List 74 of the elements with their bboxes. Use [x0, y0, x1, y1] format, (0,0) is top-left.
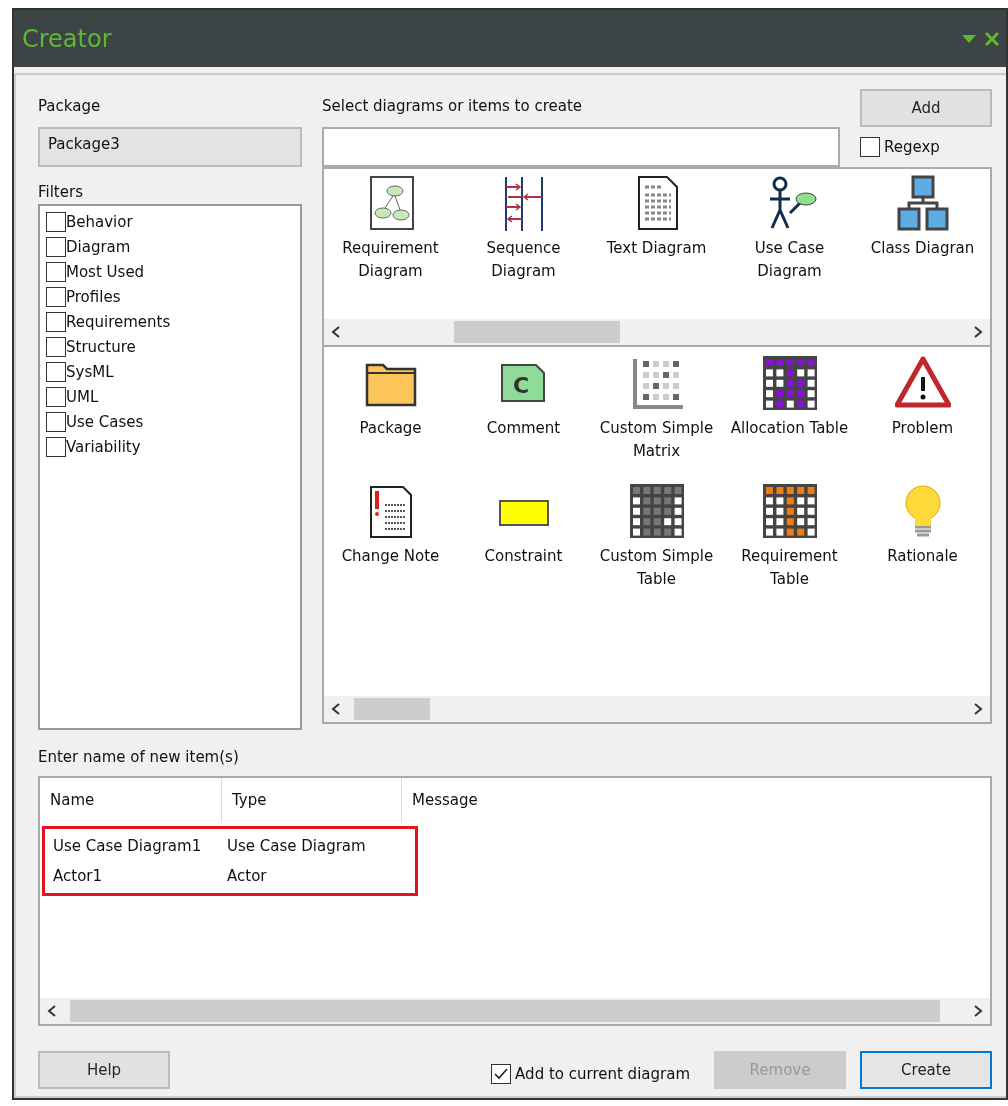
table-icon[interactable] — [761, 355, 818, 411]
search-field[interactable] — [322, 127, 840, 167]
section-label: Filters — [38, 182, 84, 203]
item-label[interactable]: Text Diagram — [606, 237, 707, 260]
table-cell-text: Actor — [226, 866, 267, 887]
item-label[interactable]: Constraint — [484, 545, 563, 568]
checkbox[interactable] — [46, 212, 66, 232]
item-label[interactable]: Package — [359, 417, 422, 440]
filter-label[interactable]: Diagram — [66, 234, 131, 260]
checkbox[interactable] — [46, 287, 66, 307]
checkbox[interactable] — [46, 237, 66, 257]
column-header[interactable]: Message — [402, 778, 990, 822]
scroll-left-icon[interactable] — [330, 702, 342, 716]
filter-label[interactable]: Profiles — [66, 284, 121, 310]
filter-label[interactable]: Variability — [66, 434, 141, 460]
checkbox-label: Regexp — [884, 136, 940, 158]
scroll-left-icon[interactable] — [46, 1004, 58, 1018]
filter-label[interactable]: Use Cases — [66, 409, 144, 435]
item-label[interactable]: Change Note — [341, 545, 440, 568]
item-label[interactable]: Class Diagran — [870, 237, 975, 260]
item-label[interactable]: Custom Simple Matrix — [597, 417, 716, 463]
filter-label[interactable]: Behavior — [66, 209, 133, 235]
create-button[interactable]: Create — [860, 1051, 992, 1089]
window-title: Creator — [22, 23, 112, 55]
item-label[interactable]: Comment — [486, 417, 561, 440]
help-button[interactable]: Help — [38, 1051, 170, 1089]
table-cell-text: Use Case Diagram1 — [52, 836, 203, 857]
checkbox[interactable] — [860, 137, 880, 157]
scroll-left-icon[interactable] — [330, 325, 342, 339]
item-label[interactable]: Custom Simple Table — [597, 545, 716, 591]
checkbox-label: Add to current diagram — [515, 1063, 690, 1085]
item-label[interactable]: Rationale — [887, 545, 958, 568]
checkbox[interactable] — [46, 312, 66, 332]
scroll-right-icon[interactable] — [972, 1004, 984, 1018]
item-label[interactable]: Requirement Table — [730, 545, 849, 591]
item-label[interactable]: Sequence Diagram — [464, 237, 583, 283]
scrollbar[interactable] — [40, 998, 990, 1024]
checkbox[interactable] — [46, 262, 66, 282]
checkbox[interactable] — [46, 362, 66, 382]
scrollbar-thumb[interactable] — [354, 698, 430, 720]
item-label[interactable]: Problem — [891, 417, 954, 440]
field-label: Select diagrams or items to create — [322, 97, 583, 115]
column-header[interactable]: Type — [222, 778, 402, 822]
filter-label[interactable]: SysML — [66, 359, 114, 385]
item-label[interactable]: Requirement Diagram — [331, 237, 450, 283]
scrollbar[interactable] — [324, 319, 990, 345]
package-field: Package3 — [38, 127, 302, 167]
filter-label[interactable]: Most Used — [66, 259, 145, 285]
section-label: Enter name of new item(s) — [38, 747, 239, 766]
table-icon[interactable] — [761, 483, 818, 539]
scrollbar[interactable] — [324, 696, 990, 722]
filter-label[interactable]: UML — [66, 384, 99, 410]
add-button[interactable]: Add — [860, 89, 992, 127]
filter-label[interactable]: Structure — [66, 334, 136, 360]
warning-icon[interactable] — [894, 355, 951, 411]
checkbox[interactable] — [491, 1064, 512, 1084]
scrollbar-thumb[interactable] — [70, 1000, 940, 1022]
close-icon[interactable] — [984, 30, 1000, 47]
item-label[interactable]: Use Case Diagram — [730, 237, 849, 283]
item-label[interactable]: Allocation Table — [730, 417, 849, 440]
scroll-right-icon[interactable] — [972, 702, 984, 716]
checkbox[interactable] — [46, 437, 66, 457]
checkbox[interactable] — [46, 412, 66, 432]
checkbox[interactable] — [46, 387, 66, 407]
table-cell-text: Actor1 — [52, 866, 103, 887]
scroll-right-icon[interactable] — [972, 325, 984, 339]
filter-label[interactable]: Requirements — [66, 309, 171, 335]
scrollbar-thumb[interactable] — [454, 321, 620, 343]
dropdown-icon[interactable] — [962, 33, 976, 44]
table-cell-text: Use Case Diagram — [226, 836, 366, 857]
field-label: Package — [38, 97, 101, 115]
table-icon[interactable] — [628, 483, 685, 539]
checkbox[interactable] — [46, 337, 66, 357]
column-header[interactable]: Name — [40, 778, 222, 822]
